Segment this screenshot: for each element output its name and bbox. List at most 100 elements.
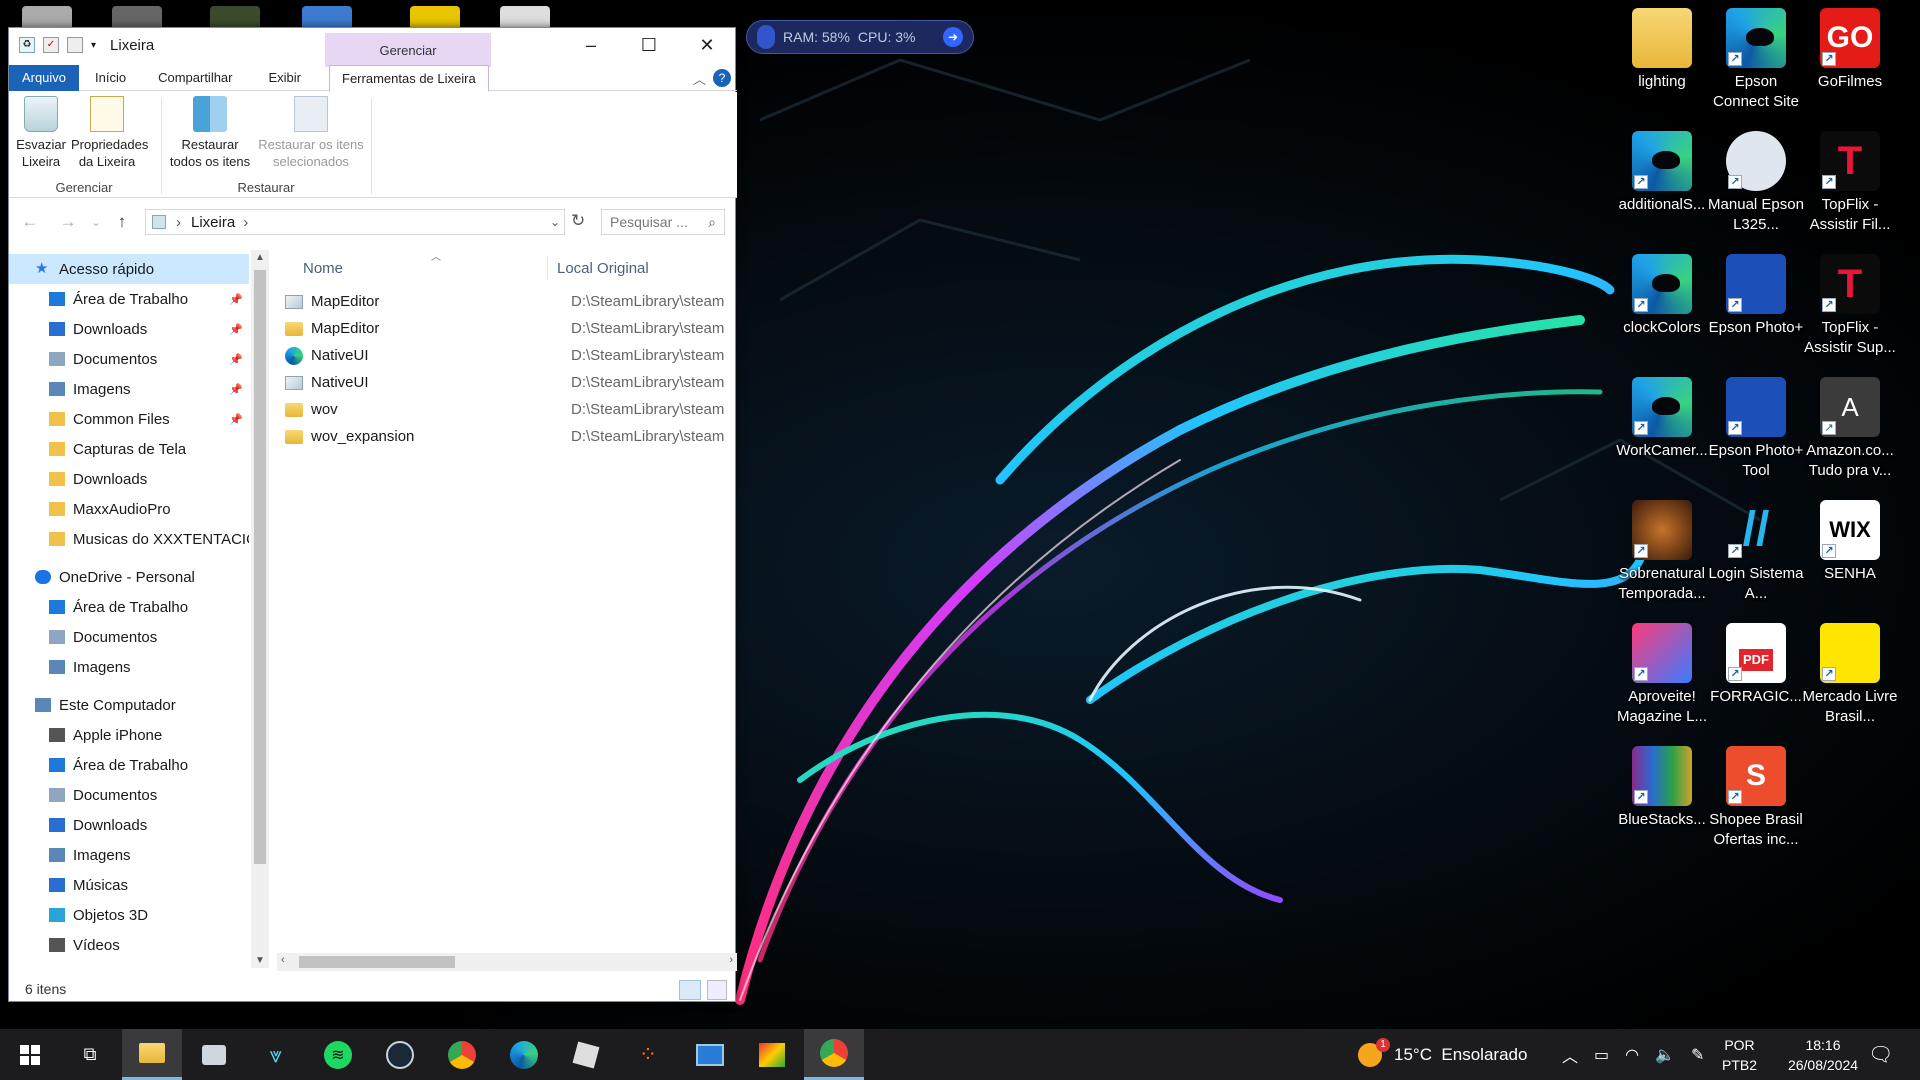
taskbar-roblox[interactable] xyxy=(556,1029,616,1080)
notifications-button[interactable]: 🗨 xyxy=(1868,1029,1893,1080)
close-button[interactable]: ✕ xyxy=(678,28,736,62)
desktop-shortcut[interactable]: ↗ Aproveite! Magazine L... xyxy=(1614,623,1710,727)
nav-item[interactable]: OneDrive - Personal xyxy=(9,562,249,592)
column-header-origin[interactable]: Local Original xyxy=(557,260,649,277)
desktop-shortcut[interactable]: WIX ↗ SENHA xyxy=(1802,500,1898,584)
nav-item[interactable]: Imagens 📌 xyxy=(9,374,249,404)
new-folder-icon[interactable] xyxy=(67,37,83,53)
desktop-shortcut[interactable]: ↗ Epson Photo+ xyxy=(1708,254,1804,338)
empty-recycle-bin-button[interactable]: Esvaziar Lixeira xyxy=(15,96,67,170)
wifi-icon[interactable]: ◠ xyxy=(1625,1045,1639,1065)
nav-item[interactable]: Downloads xyxy=(9,810,249,840)
taskbar-spotify[interactable]: ≋ xyxy=(308,1029,368,1080)
start-button[interactable] xyxy=(0,1029,60,1080)
nav-item[interactable]: Este Computador xyxy=(9,690,249,720)
pen-icon[interactable]: ✎ xyxy=(1691,1045,1704,1065)
nav-item[interactable]: Objetos 3D xyxy=(9,900,249,930)
breadcrumb-lixeira[interactable]: Lixeira xyxy=(191,214,235,231)
recent-chevron-icon[interactable]: ⌄ xyxy=(83,216,109,229)
nav-item[interactable]: Documentos xyxy=(9,622,249,652)
back-arrow-icon[interactable]: ← xyxy=(17,212,43,232)
taskbar-app-10[interactable] xyxy=(680,1029,740,1080)
taskbar-predator-sense[interactable]: ⩔ xyxy=(246,1029,306,1080)
show-hidden-icons-icon[interactable]: ︿ xyxy=(1562,1043,1578,1067)
scroll-right-icon[interactable]: › xyxy=(729,954,733,966)
nav-item[interactable]: Apple iPhone xyxy=(9,720,249,750)
file-row[interactable]: MapEditor D:\SteamLibrary\steam xyxy=(271,288,737,315)
details-view-icon[interactable] xyxy=(679,980,701,1000)
nav-item[interactable]: Documentos xyxy=(9,780,249,810)
clock[interactable]: 18:16 26/08/2024 xyxy=(1782,1029,1864,1080)
column-header-name[interactable]: Nome xyxy=(303,260,343,277)
properties-icon[interactable]: ✓ xyxy=(43,37,59,53)
volume-icon[interactable]: 🔈 xyxy=(1655,1045,1675,1065)
tab-compartilhar[interactable]: Compartilhar xyxy=(138,65,244,91)
navigation-scrollbar[interactable]: ▲ ▼ xyxy=(251,250,269,968)
restore-all-button[interactable]: Restaurar todos os itens xyxy=(165,96,255,170)
taskbar-steam[interactable] xyxy=(370,1029,430,1080)
minimize-button[interactable]: – xyxy=(562,28,620,62)
language-indicator[interactable]: POR PTB2 xyxy=(1722,1029,1757,1080)
refresh-icon[interactable]: ↻ xyxy=(571,211,585,231)
scrollbar-thumb[interactable] xyxy=(254,270,266,864)
taskbar-app-9[interactable]: ⁘ xyxy=(618,1029,678,1080)
address-bar[interactable]: › Lixeira › ⌄ xyxy=(145,209,565,235)
desktop-shortcut[interactable]: GO ↗ GoFilmes xyxy=(1802,8,1898,92)
task-view-button[interactable]: ⧉ xyxy=(60,1029,120,1080)
scroll-left-icon[interactable]: ‹ xyxy=(281,954,285,966)
desktop-shortcut[interactable]: ↗ Epson Connect Site xyxy=(1708,8,1804,112)
nav-item[interactable]: Common Files 📌 xyxy=(9,404,249,434)
nav-item[interactable]: Vídeos xyxy=(9,930,249,960)
search-input[interactable]: Pesquisar ... ⌕ xyxy=(601,209,725,235)
desktop-shortcut[interactable]: PDF ↗ FORRAGIC... xyxy=(1708,623,1804,707)
tab-ferramentas-de-lixeira[interactable]: Ferramentas de Lixeira xyxy=(329,65,489,92)
tab-arquivo[interactable]: Arquivo xyxy=(9,65,79,91)
file-row[interactable]: NativeUI D:\SteamLibrary\steam xyxy=(271,342,737,369)
scrollbar-thumb[interactable] xyxy=(299,956,455,968)
nav-item[interactable]: Downloads xyxy=(9,464,249,494)
nav-item[interactable]: Downloads 📌 xyxy=(9,314,249,344)
battery-icon[interactable]: ▭ xyxy=(1594,1045,1609,1065)
file-row[interactable]: NativeUI D:\SteamLibrary\steam xyxy=(271,369,737,396)
nav-item[interactable]: Documentos 📌 xyxy=(9,344,249,374)
resource-monitor-widget[interactable]: RAM: 58% CPU: 3% ➜ xyxy=(746,20,974,54)
file-row[interactable]: wov D:\SteamLibrary\steam xyxy=(271,396,737,423)
nav-item[interactable]: Imagens xyxy=(9,652,249,682)
tab-exibir[interactable]: Exibir xyxy=(245,65,314,91)
horizontal-scrollbar[interactable]: ‹ › xyxy=(277,953,737,971)
taskbar-chrome-profile[interactable] xyxy=(804,1029,864,1080)
taskbar-file-explorer[interactable] xyxy=(122,1029,182,1080)
taskbar-edge[interactable] xyxy=(494,1029,554,1080)
nav-item[interactable]: Área de Trabalho xyxy=(9,592,249,622)
desktop-shortcut[interactable]: A ↗ Amazon.co... Tudo pra v... xyxy=(1802,377,1898,481)
desktop-shortcut[interactable]: ↗ BlueStacks... xyxy=(1614,746,1710,830)
desktop-shortcut[interactable]: ↗ Mercado Livre Brasil... xyxy=(1802,623,1898,727)
file-row[interactable]: wov_expansion D:\SteamLibrary\steam xyxy=(271,423,737,450)
desktop-shortcut[interactable]: T ↗ TopFlix - Assistir Sup... xyxy=(1802,254,1898,358)
desktop-shortcut[interactable]: ↗ WorkCamer... xyxy=(1614,377,1710,461)
desktop-shortcut[interactable]: ↗ Manual Epson L325... xyxy=(1708,131,1804,235)
up-arrow-icon[interactable]: ↑ xyxy=(109,212,135,232)
desktop-shortcut[interactable]: //↗ Login Sistema A... xyxy=(1708,500,1804,604)
forward-arrow-icon[interactable]: → xyxy=(55,212,81,232)
file-row[interactable]: MapEditor D:\SteamLibrary\steam xyxy=(271,315,737,342)
collapse-ribbon-icon[interactable]: ︿ xyxy=(693,69,706,88)
taskbar-app-2[interactable] xyxy=(184,1029,244,1080)
nav-item[interactable]: Imagens xyxy=(9,840,249,870)
desktop-shortcut[interactable]: ↗ Sobrenatural Temporada... xyxy=(1614,500,1710,604)
recycle-bin-properties-button[interactable]: Propriedades da Lixeira xyxy=(71,96,148,170)
desktop-shortcut[interactable]: lighting xyxy=(1614,8,1710,92)
maximize-button[interactable]: ☐ xyxy=(620,28,678,62)
chevron-down-icon[interactable]: ▾ xyxy=(91,40,96,51)
nav-item[interactable]: Área de Trabalho 📌 xyxy=(9,284,249,314)
nav-item[interactable]: MaxxAudioPro xyxy=(9,494,249,524)
taskbar-app-11[interactable] xyxy=(742,1029,802,1080)
restore-selected-button[interactable]: Restaurar os itens selecionados xyxy=(255,96,367,170)
nav-item[interactable]: Musicas do XXXTENTACIO xyxy=(9,524,249,554)
weather-widget[interactable]: 1 15°C Ensolarado xyxy=(1358,1029,1527,1080)
taskbar-chrome[interactable] xyxy=(432,1029,492,1080)
tab-inicio[interactable]: Início xyxy=(79,65,138,91)
desktop-shortcut[interactable]: S ↗ Shopee Brasil Ofertas inc... xyxy=(1708,746,1804,850)
address-dropdown-icon[interactable]: ⌄ xyxy=(550,215,560,229)
nav-item[interactable]: Músicas xyxy=(9,870,249,900)
